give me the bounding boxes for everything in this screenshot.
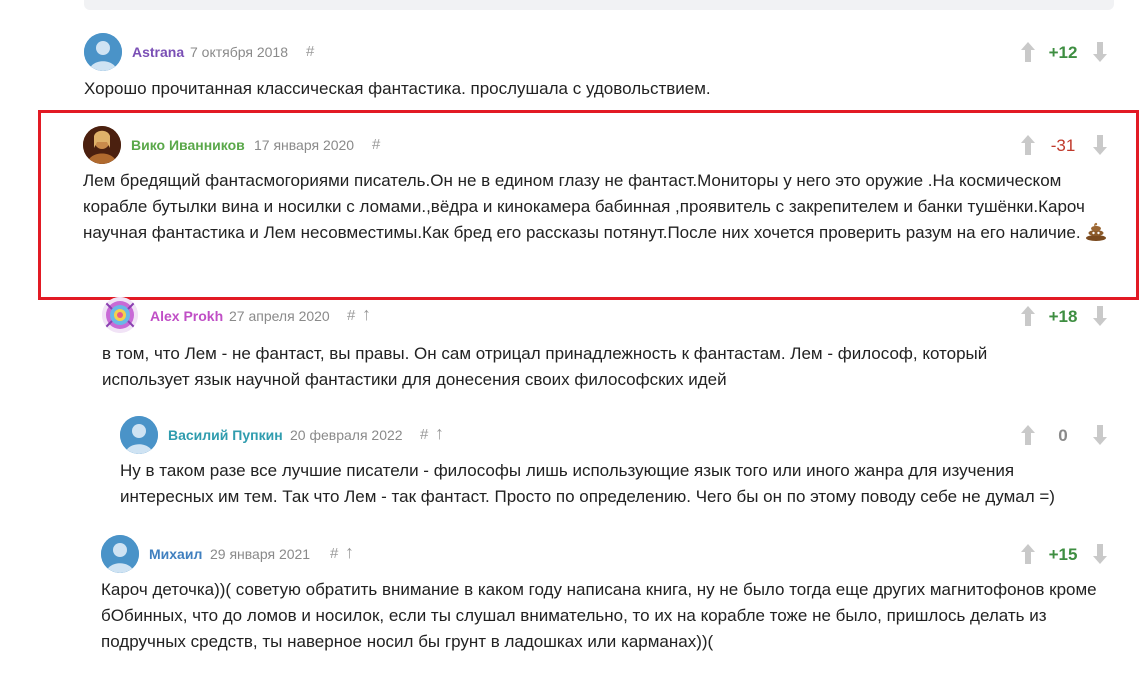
- vote-widget: +15: [1012, 541, 1112, 569]
- permalink-hash[interactable]: #: [347, 307, 355, 324]
- downvote-arrow-icon[interactable]: [1092, 41, 1108, 63]
- comment-viko: Вико Иванников 17 января 2020 # -31 Лем …: [83, 126, 1113, 286]
- upvote-arrow-icon[interactable]: [1020, 134, 1036, 156]
- comment-text: Кароч деточка))( советую обратить вниман…: [101, 580, 1097, 651]
- comment-astrana: Astrana 7 октября 2018 # +12 Хорошо проч…: [84, 33, 1112, 103]
- comment-author[interactable]: Михаил: [149, 546, 202, 562]
- comment-score: +15: [1048, 545, 1078, 564]
- permalink-hash[interactable]: #: [330, 545, 338, 562]
- previous-panel-bottom: [84, 0, 1114, 10]
- comment-score: -31: [1050, 136, 1076, 155]
- vote-widget: 0: [1012, 422, 1112, 450]
- downvote-arrow-icon[interactable]: [1092, 543, 1108, 565]
- comment-date: 27 апреля 2020: [229, 308, 330, 324]
- permalink-hash[interactable]: #: [420, 426, 428, 443]
- upvote-arrow-icon[interactable]: [1020, 543, 1036, 565]
- parent-link-arrow-icon[interactable]: ↑: [362, 304, 371, 325]
- comment-vasily-pupkin: Василий Пупкин 20 февраля 2022 # ↑ 0 Ну …: [120, 416, 1112, 516]
- comment-text: в том, что Лем - не фантаст, вы правы. О…: [102, 344, 988, 389]
- comment-text: Ну в таком разе все лучшие писатели - фи…: [120, 461, 1055, 506]
- downvote-arrow-icon[interactable]: [1092, 305, 1108, 327]
- upvote-arrow-icon[interactable]: [1020, 305, 1036, 327]
- comment-author[interactable]: Astrana: [132, 44, 184, 60]
- comment-score: +12: [1048, 43, 1078, 62]
- colorful-avatar[interactable]: [102, 297, 138, 333]
- comment-alex-prokh: Alex Prokh 27 апреля 2020 # ↑ +18 в том,…: [102, 297, 1112, 397]
- comment-score: +18: [1048, 307, 1078, 326]
- upvote-arrow-icon[interactable]: [1020, 41, 1036, 63]
- vote-widget: -31: [1012, 132, 1112, 160]
- comment-author[interactable]: Василий Пупкин: [168, 427, 283, 443]
- vote-widget: +12: [1012, 39, 1112, 67]
- permalink-hash[interactable]: #: [306, 43, 314, 60]
- parent-link-arrow-icon[interactable]: ↑: [435, 423, 444, 444]
- comment-score: 0: [1058, 426, 1068, 445]
- default-avatar-icon[interactable]: [120, 416, 158, 454]
- comment-date: 29 января 2021: [210, 546, 311, 562]
- comment-text-body: Лем бредящий фантасмогориями писатель.Он…: [83, 171, 1085, 242]
- default-avatar-icon[interactable]: [84, 33, 122, 71]
- comment-text: Лем бредящий фантасмогориями писатель.Он…: [83, 168, 1108, 249]
- default-avatar-icon[interactable]: [101, 535, 139, 573]
- comment-date: 20 февраля 2022: [290, 427, 403, 443]
- parent-link-arrow-icon[interactable]: ↑: [345, 542, 354, 563]
- comment-text: Хорошо прочитанная классическая фантасти…: [84, 79, 711, 98]
- comment-author[interactable]: Вико Иванников: [131, 137, 245, 153]
- poop-emoji-icon: [1085, 221, 1107, 249]
- permalink-hash[interactable]: #: [372, 136, 380, 153]
- photo-avatar[interactable]: [83, 126, 121, 164]
- comment-date: 17 января 2020: [254, 137, 355, 153]
- vote-widget: +18: [1012, 303, 1112, 331]
- upvote-arrow-icon[interactable]: [1020, 424, 1036, 446]
- comment-mikhail: Михаил 29 января 2021 # ↑ +15 Кароч дето…: [101, 535, 1112, 665]
- comment-author[interactable]: Alex Prokh: [150, 308, 223, 324]
- downvote-arrow-icon[interactable]: [1092, 424, 1108, 446]
- comment-date: 7 октября 2018: [190, 44, 288, 60]
- downvote-arrow-icon[interactable]: [1092, 134, 1108, 156]
